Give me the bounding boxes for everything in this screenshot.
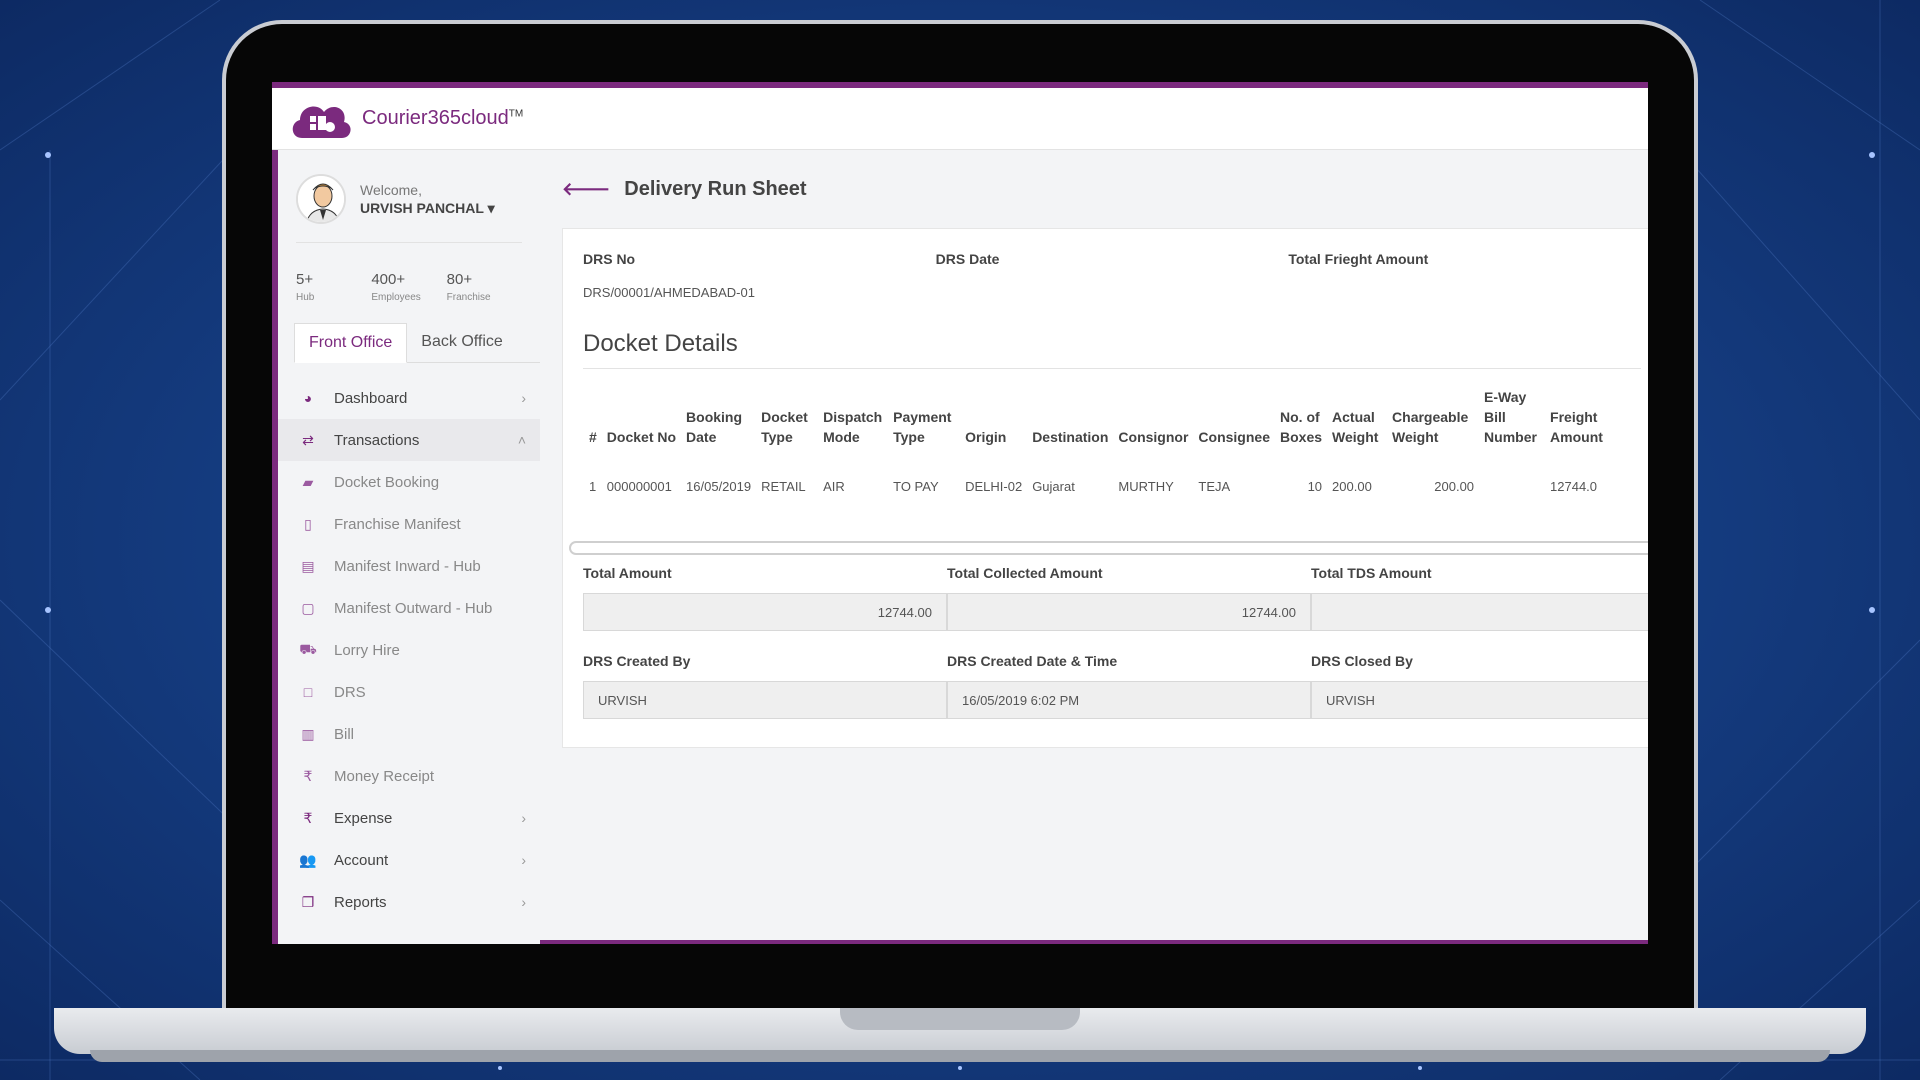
sidebar-item-reports[interactable]: ❐ Reports ›	[278, 881, 540, 923]
stat-employees: 400+ Employees	[371, 271, 421, 303]
col-header: Destination	[1032, 429, 1109, 445]
sidebar-item-manifest-inward[interactable]: ▤ Manifest Inward - Hub	[278, 545, 540, 587]
transfer-icon: ⇄	[302, 431, 314, 448]
chevron-right-icon: ›	[521, 852, 526, 868]
user-menu[interactable]: URVISH PANCHAL ▾	[360, 200, 495, 217]
back-arrow-icon[interactable]: 🡐	[562, 179, 610, 200]
total-amount-field[interactable]: 12744.00	[583, 593, 947, 631]
col-header: No. of Boxes	[1280, 409, 1323, 445]
sidebar-item-drs[interactable]: □ DRS	[278, 671, 540, 713]
stat-hub: 5+ Hub	[296, 271, 315, 303]
sidebar-item-manifest-outward[interactable]: ▢ Manifest Outward - Hub	[278, 587, 540, 629]
drs-no-label: DRS No	[583, 251, 636, 267]
book-icon: ▰	[302, 473, 314, 490]
page-title: Delivery Run Sheet	[624, 178, 807, 200]
rupee-icon: ₹	[303, 809, 313, 826]
closed-by-label: DRS Closed By	[1311, 653, 1413, 669]
drs-fields: Total Amount 12744.00 Total Collected Am…	[583, 565, 1648, 741]
collected-amount-label: Total Collected Amount	[947, 565, 1103, 581]
col-header: Actual Weight	[1332, 409, 1379, 445]
col-header: Consignee	[1198, 429, 1270, 445]
drs-date-label: DRS Date	[935, 251, 1000, 267]
col-header: E-Way Bill Number	[1484, 389, 1537, 445]
drs-summary: DRS No DRS/00001/AHMEDABAD-01 DRS Date T…	[563, 229, 1648, 300]
app-screen: Courier365cloudTM Welcome, URVISH PANCHA…	[272, 82, 1648, 944]
collected-amount-field[interactable]: 12744.00	[947, 593, 1311, 631]
users-icon: 👥	[299, 851, 317, 868]
sidebar-item-money-receipt[interactable]: ₹ Money Receipt	[278, 755, 540, 797]
bookmark-icon: ▯	[304, 515, 312, 532]
user-profile: Welcome, URVISH PANCHAL ▾	[278, 150, 540, 224]
bill-icon: ▥	[301, 725, 315, 742]
drs-card: DRS No DRS/00001/AHMEDABAD-01 DRS Date T…	[562, 228, 1648, 748]
col-header: Booking Date	[686, 409, 743, 445]
chevron-right-icon: ›	[521, 894, 526, 910]
tab-back-office[interactable]: Back Office	[407, 323, 517, 362]
col-header: Docket No	[606, 429, 677, 445]
stat-franchise: 80+ Franchise	[446, 271, 491, 303]
sidebar: Welcome, URVISH PANCHAL ▾ 5+ Hub 400+ Empl…	[272, 150, 540, 944]
sidebar-item-franchise-manifest[interactable]: ▯ Franchise Manifest	[278, 503, 540, 545]
rupee-icon: ₹	[303, 767, 313, 784]
file-outline-icon: ▢	[301, 599, 315, 616]
sidebar-item-account[interactable]: 👥 Account ›	[278, 839, 540, 881]
sidebar-item-lorry-hire[interactable]: ⛟ Lorry Hire	[278, 629, 540, 671]
created-by-label: DRS Created By	[583, 653, 691, 669]
laptop-base-shadow	[90, 1050, 1830, 1062]
docket-table: # Docket No Booking Date Docket Type Dis…	[583, 377, 1607, 504]
stats-row: 5+ Hub 400+ Employees 80+ Franchise	[296, 242, 522, 303]
closed-by-field[interactable]: URVISH	[1311, 681, 1648, 719]
avatar[interactable]	[296, 174, 346, 224]
main-content: 🡐 Delivery Run Sheet DRS No DRS/00001/AH…	[562, 150, 1648, 944]
table-header-row: # Docket No Booking Date Docket Type Dis…	[583, 377, 1607, 455]
chevron-right-icon: ›	[521, 390, 526, 406]
table-horizontal-scrollbar[interactable]	[569, 541, 1648, 555]
sidebar-item-docket-booking[interactable]: ▰ Docket Booking	[278, 461, 540, 503]
total-amount-label: Total Amount	[583, 565, 672, 581]
page-header: 🡐 Delivery Run Sheet	[562, 178, 1648, 201]
col-header: Docket Type	[761, 409, 808, 445]
brand-name: Courier365cloudTM	[362, 107, 524, 129]
tds-amount-label: Total TDS Amount	[1311, 565, 1432, 581]
chevron-up-icon: ˄	[517, 432, 526, 448]
sidebar-item-bill[interactable]: ▥ Bill	[278, 713, 540, 755]
square-icon: □	[303, 684, 313, 700]
sidebar-item-transactions[interactable]: ⇄ Transactions ˄	[272, 419, 540, 461]
copy-icon: ❐	[301, 893, 315, 910]
logo-icon[interactable]	[288, 94, 354, 144]
created-by-field[interactable]: URVISH	[583, 681, 947, 719]
laptop-notch	[840, 1008, 1080, 1030]
top-bar: Courier365cloudTM	[272, 88, 1648, 150]
col-header: Freight Amount	[1550, 409, 1603, 445]
truck-icon: ⛟	[299, 640, 317, 657]
created-datetime-field[interactable]: 16/05/2019 6:02 PM	[947, 681, 1311, 719]
chevron-right-icon: ›	[521, 810, 526, 826]
col-header: Origin	[965, 429, 1007, 445]
office-tabs: Front Office Back Office	[294, 323, 540, 363]
bottom-accent-line	[540, 940, 1648, 944]
table-row[interactable]: 1 000000001 16/05/2019 RETAIL AIR TO PAY…	[583, 455, 1607, 504]
freight-label: Total Frieght Amount	[1288, 251, 1429, 267]
dashboard-icon: ◕	[303, 390, 313, 406]
docket-details-title: Docket Details	[583, 300, 1641, 369]
welcome-text: Welcome,	[360, 181, 422, 198]
created-datetime-label: DRS Created Date & Time	[947, 653, 1118, 669]
col-header: Chargeable Weight	[1392, 409, 1469, 445]
tds-amount-field[interactable]	[1311, 593, 1648, 631]
col-header: #	[589, 429, 597, 445]
sidebar-menu: ◕ Dashboard › ⇄ Transactions ˄ ▰ Docket …	[272, 377, 540, 923]
col-header: Payment Type	[893, 409, 952, 445]
col-header: Dispatch Mode	[823, 409, 883, 445]
sidebar-item-dashboard[interactable]: ◕ Dashboard ›	[278, 377, 540, 419]
file-icon: ▤	[301, 557, 315, 574]
drs-no-value: DRS/00001/AHMEDABAD-01	[583, 285, 755, 300]
sidebar-item-expense[interactable]: ₹ Expense ›	[278, 797, 540, 839]
col-header: Consignor	[1118, 429, 1189, 445]
tab-front-office[interactable]: Front Office	[294, 323, 408, 363]
